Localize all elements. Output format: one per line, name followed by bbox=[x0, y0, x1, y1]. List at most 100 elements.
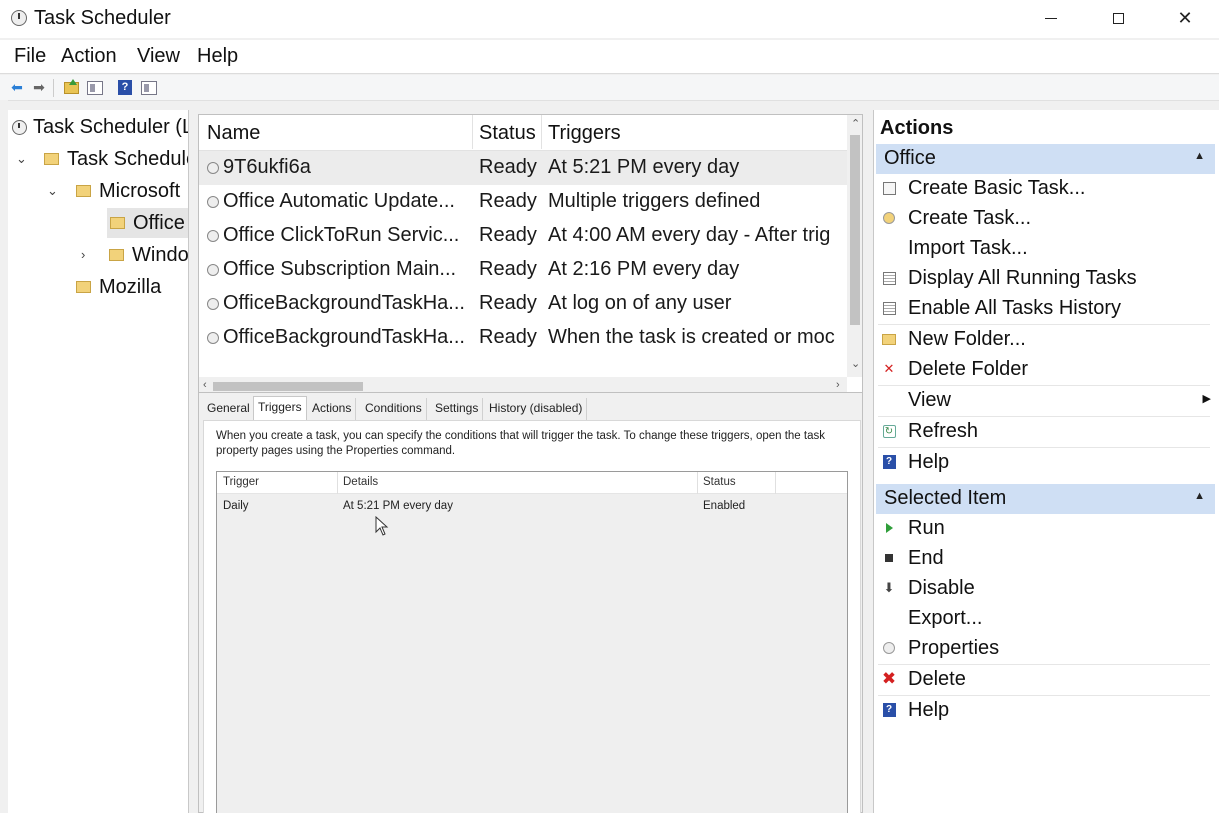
show-action-pane-button[interactable] bbox=[140, 79, 158, 96]
tab-actions[interactable]: Actions bbox=[308, 398, 357, 420]
vertical-scroll-thumb[interactable] bbox=[850, 135, 860, 325]
column-status-header[interactable]: Status bbox=[479, 122, 536, 145]
new-folder-action[interactable]: New Folder... bbox=[878, 325, 1213, 355]
maximize-button[interactable] bbox=[1085, 0, 1151, 36]
task-triggers: At 4:00 AM every day - After trig bbox=[548, 224, 831, 246]
chevron-down-icon[interactable]: ⌄ bbox=[16, 151, 27, 167]
tree-item-microsoft[interactable]: Microsoft bbox=[76, 176, 180, 206]
disable-action[interactable]: ⬇ Disable bbox=[878, 574, 1213, 604]
minimize-button[interactable] bbox=[1018, 0, 1084, 36]
task-name: OfficeBackgroundTaskHa... bbox=[223, 292, 465, 314]
column-details-header[interactable]: Details bbox=[343, 476, 378, 488]
library-folder-icon bbox=[44, 153, 59, 165]
minimize-icon bbox=[1045, 17, 1057, 19]
delete-action[interactable]: ✖ Delete bbox=[878, 665, 1213, 695]
tree-item-windows[interactable]: Windo bbox=[109, 240, 188, 270]
left-edge bbox=[0, 100, 8, 813]
menu-help[interactable]: Help bbox=[197, 45, 238, 68]
close-button[interactable]: ✕ bbox=[1152, 0, 1218, 36]
collapse-caret-icon[interactable]: ▲ bbox=[1194, 150, 1205, 162]
up-one-level-button[interactable] bbox=[62, 78, 80, 96]
task-detail-pane: General Triggers Actions Conditions Sett… bbox=[198, 392, 863, 813]
properties-action[interactable]: Properties bbox=[878, 634, 1213, 664]
triggers-list-header: Trigger Details Status bbox=[217, 472, 847, 494]
display-running-tasks-action[interactable]: Display All Running Tasks bbox=[878, 264, 1213, 294]
refresh-icon: ↻ bbox=[882, 424, 896, 438]
action-label: Create Task... bbox=[908, 207, 1032, 229]
column-separator[interactable] bbox=[775, 472, 776, 494]
task-row[interactable]: Office ClickToRun Servic... Ready At 4:0… bbox=[199, 219, 847, 253]
column-trigger-header[interactable]: Trigger bbox=[223, 476, 259, 488]
menu-view[interactable]: View bbox=[137, 45, 180, 68]
run-icon bbox=[882, 521, 896, 535]
tab-triggers[interactable]: Triggers bbox=[253, 396, 307, 421]
task-row[interactable]: OfficeBackgroundTaskHa... Ready At log o… bbox=[199, 287, 847, 321]
selected-item-section-header[interactable]: Selected Item ▲ bbox=[876, 484, 1215, 514]
menu-file[interactable]: File bbox=[14, 45, 46, 68]
scroll-right-icon[interactable]: › bbox=[836, 379, 840, 391]
create-task-action[interactable]: Create Task... bbox=[878, 204, 1213, 234]
tree-item-label: Mozilla bbox=[99, 275, 162, 298]
scroll-left-icon[interactable]: ‹ bbox=[203, 379, 207, 391]
column-triggers-header[interactable]: Triggers bbox=[548, 122, 621, 145]
column-separator[interactable] bbox=[541, 115, 542, 149]
tab-settings[interactable]: Settings bbox=[431, 398, 484, 420]
chevron-down-icon[interactable]: ⌄ bbox=[47, 183, 58, 199]
help-button[interactable]: ? bbox=[116, 79, 134, 96]
tree-item-task-scheduler-local[interactable]: Task Scheduler (L bbox=[12, 112, 188, 142]
disable-arrow-icon: ⬇ bbox=[883, 580, 895, 595]
task-triggers: At 2:16 PM every day bbox=[548, 258, 740, 280]
task-row[interactable]: OfficeBackgroundTaskHa... Ready When the… bbox=[199, 321, 847, 355]
show-console-tree-button[interactable] bbox=[86, 79, 104, 96]
chevron-right-icon[interactable]: › bbox=[81, 247, 85, 262]
task-clock-icon bbox=[207, 230, 219, 242]
task-triggers: Multiple triggers defined bbox=[548, 190, 761, 212]
tree-item-office[interactable]: Office bbox=[107, 208, 188, 238]
action-label: Refresh bbox=[908, 420, 979, 442]
create-basic-task-action[interactable]: Create Basic Task... bbox=[878, 174, 1213, 204]
close-icon: ✕ bbox=[1177, 7, 1193, 28]
help-icon: ? bbox=[882, 455, 896, 469]
task-row[interactable]: Office Subscription Main... Ready At 2:1… bbox=[199, 253, 847, 287]
task-triggers: When the task is created or moc bbox=[548, 326, 835, 348]
column-name-header[interactable]: Name bbox=[207, 122, 260, 145]
refresh-action[interactable]: ↻ Refresh bbox=[878, 417, 1213, 447]
delete-folder-icon: ✕ bbox=[883, 361, 895, 376]
back-button[interactable]: ⬅ bbox=[8, 79, 26, 96]
scroll-down-icon[interactable]: ⌄ bbox=[851, 357, 860, 370]
horizontal-scroll-thumb[interactable] bbox=[213, 382, 363, 391]
tab-history[interactable]: History (disabled) bbox=[485, 398, 588, 420]
forward-button[interactable]: ➡ bbox=[30, 79, 48, 96]
task-status: Ready bbox=[479, 156, 537, 178]
folder-icon bbox=[109, 249, 124, 261]
export-action[interactable]: Export... bbox=[878, 604, 1213, 634]
office-section-header[interactable]: Office ▲ bbox=[876, 144, 1215, 174]
tree-item-task-scheduler-library[interactable]: Task Schedule bbox=[44, 144, 188, 174]
maximize-icon bbox=[1112, 12, 1124, 24]
selected-help-action[interactable]: ? Help bbox=[878, 696, 1213, 726]
column-separator[interactable] bbox=[697, 472, 698, 494]
end-action[interactable]: End bbox=[878, 544, 1213, 574]
scroll-up-icon[interactable]: ⌃ bbox=[851, 117, 860, 130]
column-separator[interactable] bbox=[337, 472, 338, 494]
history-icon bbox=[882, 301, 896, 315]
help-action[interactable]: ? Help bbox=[878, 448, 1213, 478]
tree-item-mozilla[interactable]: Mozilla bbox=[76, 272, 161, 302]
collapse-caret-icon[interactable]: ▲ bbox=[1194, 490, 1205, 502]
import-task-action[interactable]: Import Task... bbox=[878, 234, 1213, 264]
action-label: Properties bbox=[908, 637, 1000, 659]
triggers-list: Trigger Details Status Daily At 5:21 PM … bbox=[216, 471, 848, 813]
task-row-selected[interactable]: 9T6ukfi6a Ready At 5:21 PM every day bbox=[199, 151, 847, 185]
task-row[interactable]: Office Automatic Update... Ready Multipl… bbox=[199, 185, 847, 219]
delete-folder-action[interactable]: ✕ Delete Folder bbox=[878, 355, 1213, 385]
enable-tasks-history-action[interactable]: Enable All Tasks History bbox=[878, 294, 1213, 324]
column-status-header[interactable]: Status bbox=[703, 476, 736, 488]
tab-conditions[interactable]: Conditions bbox=[361, 398, 427, 420]
tab-general[interactable]: General bbox=[203, 398, 255, 420]
task-name: Office Automatic Update... bbox=[223, 190, 455, 212]
view-submenu-action[interactable]: View ▶ bbox=[878, 386, 1213, 416]
run-action[interactable]: Run bbox=[878, 514, 1213, 544]
menu-action[interactable]: Action bbox=[61, 45, 117, 68]
trigger-details: At 5:21 PM every day bbox=[343, 500, 453, 512]
column-separator[interactable] bbox=[472, 115, 473, 149]
